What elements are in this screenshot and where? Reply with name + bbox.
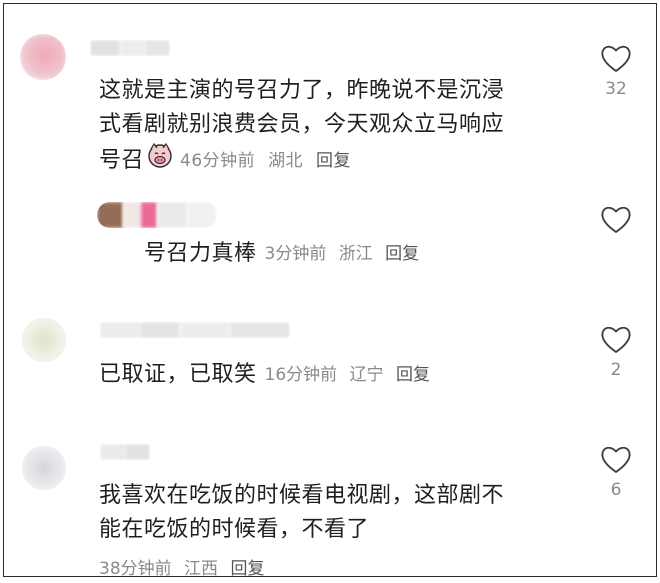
comment-row: 已取证，已取笑 16分钟前 辽宁 回复 [99,356,437,388]
reply-comment-item: 号召力真棒 3分钟前 浙江 回复 [4,194,656,294]
comment-meta: 46分钟前 湖北 回复 [180,144,358,178]
heart-outline-icon [596,44,636,73]
comment-text: 号召力真棒 [144,241,257,266]
like-button[interactable] [596,205,636,234]
comment-text-line: 式看剧就别浪费会员，今天观众立马响应 [99,112,505,137]
avatar[interactable] [22,446,66,490]
piggy-face-icon [146,142,174,179]
heart-outline-icon [596,325,636,354]
comment-time: 46分钟前 [180,150,256,171]
comment-text-line: 能在吃饭的时候看，不看了 [99,517,370,542]
reply-button[interactable]: 回复 [385,244,419,264]
comment-meta: 16分钟前 辽宁 回复 [265,360,437,385]
comment-text: 我喜欢在吃饭的时候看电视剧，这部剧不 能在吃饭的时候看，不看了 [99,479,579,547]
comment-item: 已取证，已取笑 16分钟前 辽宁 回复 2 [4,304,656,424]
username[interactable] [90,40,170,56]
like-button[interactable]: 2 [596,325,636,380]
like-count: 6 [610,480,622,500]
avatar[interactable] [20,34,66,80]
comment-meta: 38分钟前 江西 回复 [99,554,271,577]
comment-text-line: 我喜欢在吃饭的时候看电视剧，这部剧不 [99,483,505,508]
comment-text-line: 号召 [99,147,145,173]
username[interactable] [100,444,150,460]
comment-text-line: 这就是主演的号召力了，昨晚说不是沉浸 [99,78,505,103]
username[interactable] [100,322,290,338]
comment-item: 我喜欢在吃饭的时候看电视剧，这部剧不 能在吃饭的时候看，不看了 38分钟前 江西… [4,424,656,577]
comment-location: 浙江 [338,243,373,264]
reply-button[interactable]: 回复 [316,151,351,171]
comment-text: 这就是主演的号召力了，昨晚说不是沉浸 式看剧就别浪费会员，今天观众立马响应 号召 [99,74,579,179]
like-button[interactable]: 32 [596,44,636,99]
reply-button[interactable]: 回复 [230,559,264,576]
comment-item: 这就是主演的号召力了，昨晚说不是沉浸 式看剧就别浪费会员，今天观众立马响应 号召 [4,4,656,194]
reply-button[interactable]: 回复 [396,365,430,385]
comment-meta: 3分钟前 浙江 回复 [265,239,427,264]
comment-location: 江西 [184,559,219,577]
like-button[interactable]: 6 [596,445,636,500]
reply-row: 号召力真棒 3分钟前 浙江 回复 [144,235,426,267]
comment-location: 湖北 [268,150,304,171]
comment-text: 已取证，已取笑 [99,362,257,387]
heart-outline-icon [596,205,636,234]
heart-outline-icon [596,445,636,474]
comment-time: 16分钟前 [264,364,338,385]
comment-location: 辽宁 [349,364,384,385]
comment-list: 这就是主演的号召力了，昨晚说不是沉浸 式看剧就别浪费会员，今天观众立马响应 号召 [3,3,657,577]
avatar[interactable] [22,318,66,362]
like-count: 2 [610,360,622,380]
like-count: 32 [605,79,627,99]
avatar-and-username[interactable] [97,202,217,228]
comment-time: 3分钟前 [264,243,327,264]
comment-time: 38分钟前 [99,559,172,577]
